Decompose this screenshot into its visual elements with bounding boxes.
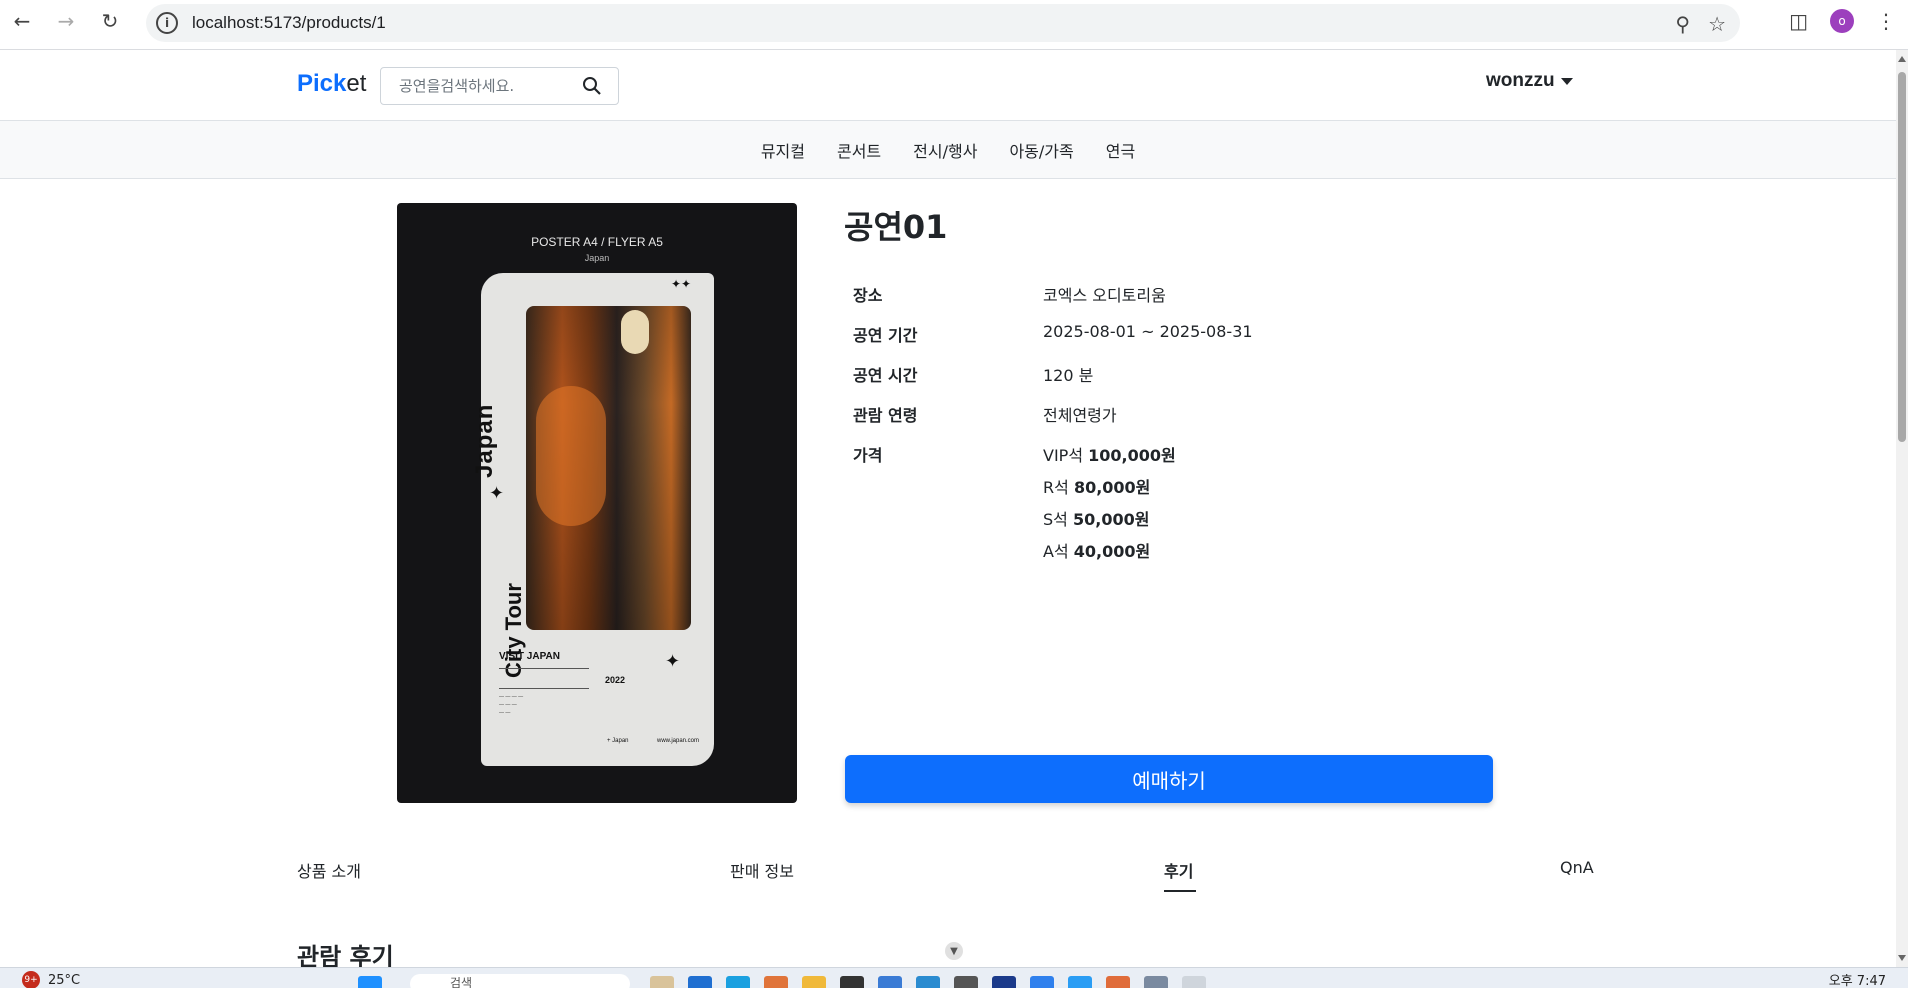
- scroll-down-icon[interactable]: ▼: [945, 942, 963, 960]
- poster-photo: [526, 306, 691, 630]
- app-icon[interactable]: [764, 976, 788, 988]
- sparkle-icon: ✦✦: [671, 277, 692, 291]
- app-icon[interactable]: [1144, 976, 1168, 988]
- poster-vertical-subtitle: City Tour: [501, 583, 526, 678]
- vscode-icon[interactable]: [1030, 976, 1054, 988]
- username: wonzzu: [1486, 70, 1555, 91]
- back-icon[interactable]: ←: [8, 7, 36, 35]
- app-icon[interactable]: [878, 976, 902, 988]
- product-poster: POSTER A4 / FLYER A5 Japan Japan City To…: [397, 203, 797, 803]
- app-icon[interactable]: [1182, 976, 1206, 988]
- book-button[interactable]: 예매하기: [845, 755, 1493, 803]
- url-text[interactable]: localhost:5173/products/1: [192, 13, 386, 33]
- address-bar[interactable]: i localhost:5173/products/1 ⚲ ☆: [146, 4, 1740, 42]
- poster-year: 2022: [605, 675, 626, 685]
- taskbar-apps: [358, 976, 382, 988]
- poster-flyer: Japan City Tour ✦ ✦✦ ✦ VISIT JAPAN — — —…: [471, 273, 714, 766]
- tab-reviews[interactable]: 후기: [1164, 858, 1193, 882]
- poster-vertical-title: Japan: [471, 403, 498, 478]
- poster-head: POSTER A4 / FLYER A5: [531, 235, 663, 249]
- reload-icon[interactable]: ↻: [96, 7, 124, 35]
- extensions-icon[interactable]: ◫: [1789, 9, 1808, 33]
- tab-qna[interactable]: QnA: [1560, 858, 1594, 877]
- site-header: Picket wonzzu: [0, 50, 1896, 121]
- poster-footer-left: + Japan: [607, 738, 629, 744]
- search-icon[interactable]: [582, 76, 602, 96]
- browser-toolbar: ← → ↻ i localhost:5173/products/1 ⚲ ☆ ◫ …: [0, 0, 1908, 50]
- category-concert[interactable]: 콘서트: [837, 138, 881, 162]
- temperature: 25°C: [48, 972, 81, 988]
- search-box: [380, 67, 619, 105]
- caret-down-icon: [1560, 77, 1573, 85]
- product-tabs: 상품 소개 판매 정보 후기 QnA: [297, 858, 1594, 898]
- app-icon[interactable]: [916, 976, 940, 988]
- notification-badge: 9+: [22, 971, 40, 988]
- category-exhibition[interactable]: 전시/행사: [913, 138, 977, 162]
- forward-icon[interactable]: →: [52, 7, 80, 35]
- scroll-up-arrow[interactable]: [1898, 56, 1906, 62]
- taskbar-pinned: [650, 976, 1206, 988]
- tab-sales-info[interactable]: 판매 정보: [730, 858, 794, 882]
- bookmark-star-icon[interactable]: ☆: [1708, 12, 1726, 36]
- menu-kebab-icon[interactable]: ⋮: [1876, 9, 1896, 33]
- app-icon[interactable]: [992, 976, 1016, 988]
- active-tab-indicator: [1164, 890, 1196, 892]
- category-nav: 뮤지컬 콘서트 전시/행사 아동/가족 연극: [0, 121, 1896, 179]
- zoom-icon[interactable]: ⚲: [1675, 12, 1690, 36]
- site-info-icon[interactable]: i: [156, 12, 178, 34]
- taskbar-clock[interactable]: 오후 7:47: [1829, 970, 1886, 988]
- user-dropdown[interactable]: wonzzu: [1486, 70, 1573, 92]
- scroll-thumb[interactable]: [1898, 72, 1906, 442]
- folder-icon[interactable]: [802, 976, 826, 988]
- category-musical[interactable]: 뮤지컬: [761, 138, 805, 162]
- page-scrollbar[interactable]: [1896, 50, 1908, 967]
- profile-avatar[interactable]: o: [1830, 9, 1854, 33]
- poster-fine-print: — — — — — — — — —: [499, 694, 524, 716]
- app-icon[interactable]: [1106, 976, 1130, 988]
- taskbar-search[interactable]: 검색: [410, 974, 630, 988]
- tab-product-intro[interactable]: 상품 소개: [297, 858, 361, 882]
- os-taskbar: 9+ 25°C 검색 오후 7:47: [0, 967, 1908, 988]
- edge-icon[interactable]: [726, 976, 750, 988]
- app-icon[interactable]: [688, 976, 712, 988]
- product-title: 공연01: [844, 208, 948, 246]
- poster-visit: VISIT JAPAN: [499, 651, 560, 662]
- category-play[interactable]: 연극: [1106, 138, 1135, 162]
- logo[interactable]: Picket: [297, 70, 366, 98]
- poster-footer-right: www.japan.com: [657, 738, 700, 744]
- scroll-down-arrow[interactable]: [1898, 955, 1906, 961]
- app-icon[interactable]: [1068, 976, 1092, 988]
- app-icon[interactable]: [650, 976, 674, 988]
- sparkle-icon: ✦: [489, 483, 505, 504]
- sparkle-icon: ✦: [665, 651, 681, 672]
- terminal-icon[interactable]: [840, 976, 864, 988]
- windows-start-icon[interactable]: [358, 976, 382, 988]
- search-input[interactable]: [399, 77, 569, 95]
- weather-widget[interactable]: 9+ 25°C: [22, 971, 80, 988]
- poster-sub: Japan: [584, 253, 610, 263]
- category-kids-family[interactable]: 아동/가족: [1009, 138, 1073, 162]
- app-icon[interactable]: [954, 976, 978, 988]
